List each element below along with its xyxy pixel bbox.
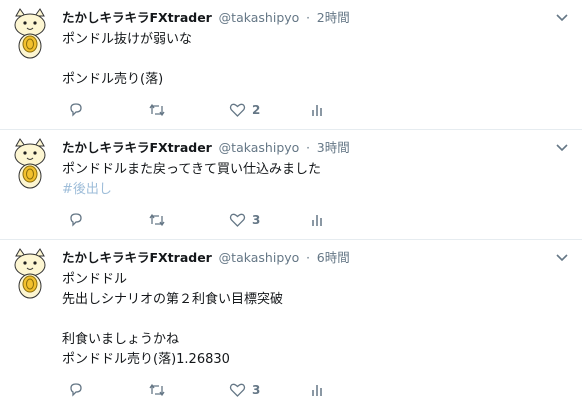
analytics-button[interactable]	[310, 380, 324, 400]
tweet[interactable]: たかしキラキラFXtrader @takashipyo · 3時間 ポンドドルま…	[0, 130, 582, 240]
like-button[interactable]: 3	[229, 380, 260, 400]
retweet-icon	[149, 213, 165, 227]
reply-icon	[70, 103, 82, 117]
analytics-icon	[312, 215, 322, 226]
timestamp[interactable]: 2時間	[317, 10, 350, 25]
reply-button[interactable]	[68, 380, 84, 400]
tweet-text-line	[62, 310, 283, 330]
tweet-text: ポンドドル 先出しシナリオの第２利食い目標突破 利食いましょうかね ポンドドル売…	[62, 270, 283, 370]
timestamp[interactable]: 3時間	[317, 140, 350, 155]
reply-icon	[70, 213, 82, 227]
like-count: 2	[252, 103, 261, 117]
analytics-button[interactable]	[310, 100, 324, 120]
tweet-text: ポンドル抜けが弱いな ポンドル売り(落)	[62, 30, 192, 90]
separator: ·	[306, 141, 310, 155]
separator: ·	[306, 251, 310, 265]
reply-button[interactable]	[68, 100, 84, 120]
user-handle[interactable]: @takashipyo	[219, 140, 300, 155]
retweet-icon	[149, 103, 165, 117]
heart-icon	[229, 103, 246, 117]
user-handle[interactable]: @takashipyo	[219, 250, 300, 265]
tweet-header: たかしキラキラFXtrader @takashipyo · 2時間	[62, 10, 350, 26]
user-name[interactable]: たかしキラキラFXtrader	[62, 140, 212, 155]
analytics-button[interactable]	[310, 210, 324, 230]
tweet-header: たかしキラキラFXtrader @takashipyo · 3時間	[62, 140, 350, 156]
tweet-text-line: ポンドドル売り(落)1.26830	[62, 352, 230, 367]
tweet-text-line	[62, 50, 192, 70]
tweet[interactable]: たかしキラキラFXtrader @takashipyo · 2時間 ポンドル抜け…	[0, 0, 582, 130]
tweet-actions: 2	[68, 100, 348, 120]
tweet-text-line: ポンドドル	[62, 272, 128, 287]
retweet-button[interactable]	[148, 100, 166, 120]
tweet[interactable]: たかしキラキラFXtrader @takashipyo · 6時間 ポンドドル …	[0, 240, 582, 411]
like-count: 3	[252, 213, 261, 227]
chevron-down-icon[interactable]	[556, 14, 568, 22]
tweet-header: たかしキラキラFXtrader @takashipyo · 6時間	[62, 250, 350, 266]
tweet-text-line: ポンドル売り(落)	[62, 72, 164, 87]
avatar[interactable]	[8, 138, 52, 190]
analytics-icon	[312, 105, 322, 116]
heart-icon	[229, 213, 246, 227]
chevron-down-icon[interactable]	[556, 144, 568, 152]
analytics-icon	[312, 385, 322, 396]
reply-icon	[70, 383, 82, 397]
tweet-actions: 3	[68, 380, 348, 400]
like-button[interactable]: 3	[229, 210, 260, 230]
tweet-text-line: 利食いましょうかね	[62, 332, 180, 347]
like-count: 3	[252, 383, 261, 397]
user-handle[interactable]: @takashipyo	[219, 10, 300, 25]
avatar[interactable]	[8, 248, 52, 300]
tweet-text-line: ポンドル抜けが弱いな	[62, 32, 193, 47]
retweet-icon	[149, 383, 165, 397]
like-button[interactable]: 2	[229, 100, 260, 120]
chevron-down-icon[interactable]	[556, 254, 568, 262]
tweet-text-line: ポンドドルまた戻ってきて買い仕込みました	[62, 162, 321, 177]
timestamp[interactable]: 6時間	[317, 250, 350, 265]
hashtag-link[interactable]: #後出し	[62, 180, 321, 200]
tweet-actions: 3	[68, 210, 348, 230]
heart-icon	[229, 383, 246, 397]
tweet-text: ポンドドルまた戻ってきて買い仕込みました #後出し	[62, 160, 321, 200]
user-name[interactable]: たかしキラキラFXtrader	[62, 10, 212, 25]
user-name[interactable]: たかしキラキラFXtrader	[62, 250, 212, 265]
avatar[interactable]	[8, 8, 52, 60]
reply-button[interactable]	[68, 210, 84, 230]
tweet-text-line: 先出しシナリオの第２利食い目標突破	[62, 292, 284, 307]
separator: ·	[306, 11, 310, 25]
retweet-button[interactable]	[148, 210, 166, 230]
retweet-button[interactable]	[148, 380, 166, 400]
